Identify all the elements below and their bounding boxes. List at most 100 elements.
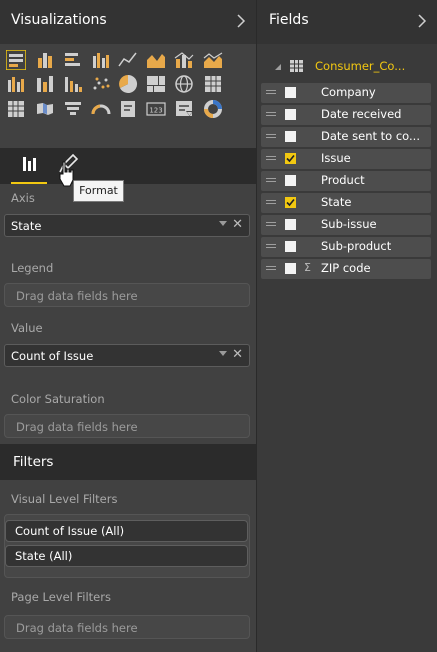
drag-handle-icon[interactable]: [266, 90, 276, 91]
color-saturation-label: Color Saturation: [11, 392, 105, 406]
field-name: ZIP code: [321, 261, 371, 275]
checked-checkbox[interactable]: [285, 153, 296, 164]
page-level-filters-label: Page Level Filters: [11, 590, 111, 604]
checkbox[interactable]: [285, 175, 296, 186]
filter-card-state[interactable]: State (All): [5, 545, 248, 567]
axis-field-name: State: [11, 219, 42, 233]
chevron-down-icon[interactable]: [219, 351, 227, 356]
checkbox[interactable]: [285, 87, 296, 98]
chevron-down-icon[interactable]: [219, 221, 227, 226]
drag-handle-icon[interactable]: [266, 178, 276, 179]
filters-header: Filters: [0, 444, 256, 480]
dataset-name: Consumer_Co...: [315, 59, 406, 73]
field-row[interactable]: Issue: [261, 149, 431, 169]
map-icon[interactable]: [146, 74, 166, 94]
kpi-icon[interactable]: [174, 99, 194, 119]
sigma-icon: Σ: [304, 261, 311, 274]
visualizations-tabs: [0, 148, 256, 184]
legend-drop-zone[interactable]: Drag data fields here: [4, 283, 250, 307]
filled-map-icon[interactable]: [35, 99, 55, 119]
line-clustered-column-icon[interactable]: [203, 50, 223, 70]
clustered-column-chart-icon[interactable]: [91, 50, 111, 70]
field-row[interactable]: State: [261, 193, 431, 213]
clustered-bar-chart-icon[interactable]: [63, 50, 83, 70]
globe-map-icon[interactable]: [174, 74, 194, 94]
field-row[interactable]: Sub-product: [261, 237, 431, 257]
checkbox[interactable]: [285, 241, 296, 252]
remove-field-icon[interactable]: ✕: [232, 347, 243, 362]
fields-title: Fields: [269, 12, 309, 28]
filter-card-label: Count of Issue (All): [15, 524, 125, 538]
gauge-icon[interactable]: [91, 99, 111, 119]
dataset-row[interactable]: Consumer_Co...: [257, 56, 437, 78]
drag-handle-icon[interactable]: [266, 156, 276, 157]
field-row[interactable]: Date received: [261, 105, 431, 125]
line-stacked-column-icon[interactable]: [174, 50, 194, 70]
field-name: Product: [321, 173, 365, 187]
pie-chart-icon[interactable]: [91, 74, 111, 94]
visual-level-filters-label: Visual Level Filters: [11, 492, 118, 506]
matrix-icon[interactable]: [6, 99, 26, 119]
waterfall-chart-icon[interactable]: [35, 74, 55, 94]
multirow-card-icon[interactable]: 123: [146, 99, 166, 119]
checkbox[interactable]: [285, 109, 296, 120]
line-chart-icon[interactable]: [118, 50, 138, 70]
visualization-gallery: 123: [0, 44, 256, 148]
drag-handle-icon[interactable]: [266, 134, 276, 135]
page-level-filters-drop-zone[interactable]: Drag data fields here: [4, 615, 250, 639]
field-row[interactable]: Sub-issue: [261, 215, 431, 235]
legend-label: Legend: [11, 261, 54, 275]
field-row[interactable]: Σ ZIP code: [261, 259, 431, 279]
filter-card-count-of-issue[interactable]: Count of Issue (All): [5, 520, 248, 542]
color-saturation-drop-zone[interactable]: Drag data fields here: [4, 414, 250, 438]
field-name: Sub-product: [321, 239, 392, 253]
field-name: Issue: [321, 151, 351, 165]
hand-cursor-icon: [59, 161, 74, 187]
treemap-icon[interactable]: [118, 74, 138, 94]
donut-chart-icon[interactable]: [203, 99, 223, 119]
value-label: Value: [11, 321, 43, 335]
field-row[interactable]: Date sent to co...: [261, 127, 431, 147]
field-name: Date received: [321, 107, 402, 121]
page-level-placeholder: Drag data fields here: [16, 621, 138, 635]
checkmark-icon: [286, 154, 295, 163]
format-tooltip: Format: [73, 180, 124, 202]
expand-triangle-icon[interactable]: [274, 63, 282, 71]
drag-handle-icon[interactable]: [266, 222, 276, 223]
collapse-visualizations-chevron-icon[interactable]: [234, 12, 248, 30]
drag-handle-icon[interactable]: [266, 112, 276, 113]
drag-handle-icon[interactable]: [266, 200, 276, 201]
checked-checkbox[interactable]: [285, 197, 296, 208]
checkbox[interactable]: [285, 131, 296, 142]
fields-header: Fields: [257, 0, 437, 44]
legend-placeholder: Drag data fields here: [16, 289, 138, 303]
field-row[interactable]: Company: [261, 83, 431, 103]
checkbox[interactable]: [285, 263, 296, 274]
drag-handle-icon[interactable]: [266, 244, 276, 245]
collapse-fields-chevron-icon[interactable]: [415, 12, 429, 30]
area-chart-icon[interactable]: [146, 50, 166, 70]
color-saturation-placeholder: Drag data fields here: [16, 420, 138, 434]
filters-title: Filters: [13, 454, 54, 470]
stacked-bar-chart-icon[interactable]: [6, 50, 26, 70]
field-name: Company: [321, 85, 376, 99]
card-icon[interactable]: [118, 99, 138, 119]
value-field-name: Count of Issue: [11, 349, 94, 363]
scatter-chart-icon[interactable]: [63, 74, 83, 94]
checkbox[interactable]: [285, 219, 296, 230]
funnel-icon[interactable]: [63, 99, 83, 119]
field-row[interactable]: Product: [261, 171, 431, 191]
field-name: Date sent to co...: [321, 129, 420, 143]
ribbon-chart-icon[interactable]: [6, 74, 26, 94]
fields-tab-icon[interactable]: [11, 148, 47, 184]
value-field-pill[interactable]: Count of Issue ✕: [4, 344, 250, 367]
remove-field-icon[interactable]: ✕: [232, 217, 243, 232]
stacked-column-chart-icon[interactable]: [35, 50, 55, 70]
axis-field-pill[interactable]: State ✕: [4, 214, 250, 237]
table-icon: [290, 60, 303, 72]
drag-handle-icon[interactable]: [266, 266, 276, 267]
visualizations-title: Visualizations: [11, 12, 107, 28]
filter-card-label: State (All): [15, 549, 73, 563]
table-icon[interactable]: [203, 74, 223, 94]
field-name: State: [321, 195, 352, 209]
